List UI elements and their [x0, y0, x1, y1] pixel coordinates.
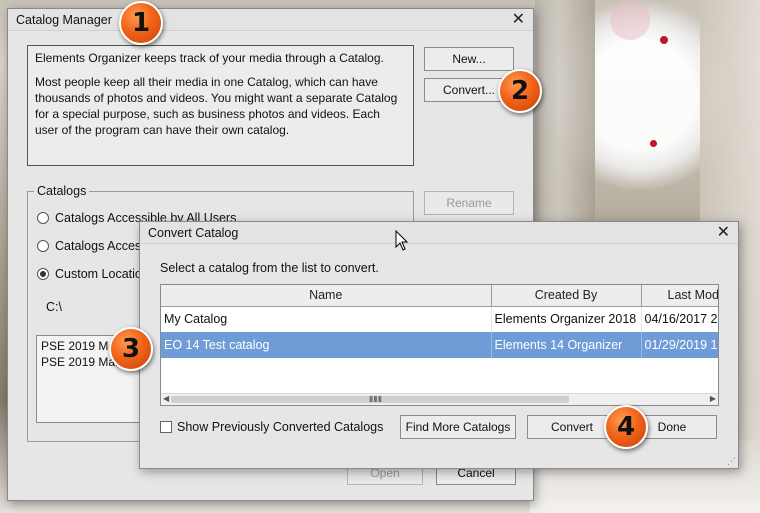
new-button[interactable]: New...	[424, 47, 514, 71]
column-header-last-modified[interactable]: Last Mod	[641, 285, 718, 307]
info-paragraph: Most people keep all their media in one …	[35, 75, 398, 137]
radio-button[interactable]	[37, 212, 49, 224]
scroll-left-icon[interactable]: ◀	[163, 394, 169, 403]
close-icon[interactable]: ✕	[717, 222, 730, 244]
callout-badge: 2	[498, 69, 542, 113]
cell-name: My Catalog	[161, 306, 492, 332]
cell-created-by: Elements 14 Organizer	[491, 332, 642, 358]
radio-label: Custom Location	[55, 267, 149, 281]
callout-badge: 3	[109, 327, 153, 371]
find-more-catalogs-button[interactable]: Find More Catalogs	[400, 415, 516, 439]
background-dot	[660, 36, 668, 44]
radio-custom-location[interactable]: Custom Location	[37, 267, 149, 281]
convert-catalog-title: Convert Catalog	[148, 226, 239, 240]
convert-catalog-titlebar[interactable]: Convert Catalog ✕	[140, 222, 738, 244]
convert-catalog-dialog: Convert Catalog ✕ Select a catalog from …	[139, 221, 739, 469]
rename-button[interactable]: Rename	[424, 191, 514, 215]
resize-grip-icon[interactable]: ⋰	[727, 456, 736, 467]
catalog-manager-titlebar[interactable]: Catalog Manager ✕	[8, 9, 533, 31]
catalog-table[interactable]: Name Created By Last Mod My Catalog Elem…	[160, 284, 719, 406]
column-header-created-by[interactable]: Created By	[491, 285, 642, 307]
info-paragraph: Elements Organizer keeps track of your m…	[35, 51, 384, 65]
column-header-name[interactable]: Name	[161, 285, 492, 307]
horizontal-scrollbar[interactable]: ◀ ▮▮▮ ▶	[161, 393, 718, 405]
cell-name: EO 14 Test catalog	[161, 332, 492, 358]
checkbox-label: Show Previously Converted Catalogs	[177, 420, 384, 434]
cell-created-by: Elements Organizer 2018	[491, 306, 642, 332]
custom-location-path: C:\	[46, 300, 62, 314]
checkbox[interactable]	[160, 421, 172, 433]
radio-button-checked[interactable]	[37, 268, 49, 280]
catalogs-group-label: Catalogs	[34, 184, 90, 198]
background-dot	[650, 140, 657, 147]
radio-button[interactable]	[37, 240, 49, 252]
cell-last-mod: 01/29/2019 1	[641, 332, 718, 358]
scroll-grip-icon: ▮▮▮	[369, 394, 383, 403]
info-box: Elements Organizer keeps track of your m…	[27, 45, 414, 166]
table-row[interactable]: My Catalog Elements Organizer 2018 04/16…	[161, 306, 718, 332]
background-balloon-pink	[610, 0, 650, 40]
cell-last-mod: 04/16/2017 2	[641, 306, 718, 332]
catalog-manager-title: Catalog Manager	[16, 13, 112, 27]
scroll-right-icon[interactable]: ▶	[710, 394, 716, 403]
close-icon[interactable]: ✕	[512, 9, 525, 31]
callout-badge: 1	[119, 1, 163, 45]
show-previously-converted-option[interactable]: Show Previously Converted Catalogs	[160, 420, 383, 434]
table-row-selected[interactable]: EO 14 Test catalog Elements 14 Organizer…	[161, 332, 718, 358]
mouse-cursor-icon	[395, 230, 409, 251]
callout-badge: 4	[604, 405, 648, 449]
convert-prompt: Select a catalog from the list to conver…	[160, 261, 379, 275]
